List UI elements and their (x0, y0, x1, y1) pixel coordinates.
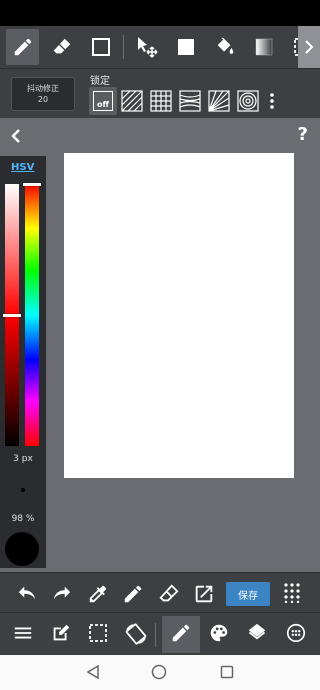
drawing-canvas[interactable] (64, 153, 294, 478)
brush-button[interactable] (170, 622, 192, 648)
canvas-area[interactable]: ? HSV 3 px 98 % (0, 118, 320, 572)
redo-button[interactable] (51, 583, 73, 607)
move-icon (137, 37, 158, 58)
concentric-circles-icon (237, 90, 259, 112)
sv-slider-handle[interactable] (3, 314, 21, 317)
help-button[interactable]: ? (298, 124, 308, 145)
fill-color-button[interactable] (169, 29, 202, 65)
lock-grid-button[interactable] (147, 87, 175, 115)
color-side-panel: HSV 3 px 98 % (0, 156, 46, 568)
square-recents-icon (220, 665, 234, 679)
pen-button[interactable] (122, 583, 144, 609)
eraser-icon (53, 38, 70, 54)
eyedropper-icon (89, 585, 107, 603)
parallel-lines-icon (121, 90, 143, 112)
lock-options: off (89, 87, 263, 115)
gradient-tool-button[interactable] (248, 29, 281, 65)
eyedropper-button[interactable] (87, 583, 109, 609)
undo-button[interactable] (16, 583, 38, 607)
bucket-icon (217, 37, 234, 54)
color-mode-toggle[interactable]: HSV (11, 162, 34, 173)
lock-label: 锁定 (90, 76, 110, 87)
eraser-button[interactable] (158, 583, 180, 609)
perspective-icon (179, 90, 201, 112)
toolbar-scroll-right[interactable] (298, 26, 320, 68)
bucket-tool-button[interactable] (209, 29, 242, 65)
action-toolbar: 保存 (0, 572, 320, 612)
settings-toolbar: 抖动修正 20 锁定 off (0, 68, 320, 118)
chevron-left-icon (11, 129, 20, 143)
stabilizer-value: 20 (37, 95, 49, 104)
circle-home-icon (151, 664, 167, 680)
palette-button[interactable] (208, 622, 230, 648)
toolbar-divider (123, 35, 125, 59)
nav-recents-button[interactable] (219, 664, 235, 684)
edit-button[interactable] (50, 622, 72, 648)
brush-icon (172, 624, 190, 642)
nav-back-button[interactable] (85, 664, 101, 684)
opacity-label[interactable]: 98 % (0, 514, 46, 524)
material-button[interactable] (285, 622, 307, 648)
pen-icon (124, 585, 142, 603)
grid-menu-button[interactable] (284, 583, 300, 607)
rotate-canvas-button[interactable] (124, 622, 148, 650)
export-button[interactable] (193, 583, 215, 609)
grid-icon (150, 90, 172, 112)
more-options-button[interactable] (268, 93, 276, 113)
lock-off-button[interactable]: off (89, 87, 117, 115)
more-vert-icon (270, 93, 274, 109)
main-toolbar (0, 612, 320, 655)
move-tool-button[interactable] (130, 29, 163, 65)
layers-button[interactable] (246, 622, 268, 648)
rectangle-icon (91, 38, 110, 56)
triangle-back-icon (86, 664, 99, 680)
chevron-right-icon (305, 40, 314, 54)
lock-parallel-button[interactable] (118, 87, 146, 115)
status-bar (0, 0, 320, 26)
menu-button[interactable] (12, 622, 34, 648)
back-button[interactable] (10, 128, 22, 148)
eraser-icon (159, 584, 179, 602)
material-icon (286, 623, 306, 643)
layers-icon (248, 623, 266, 640)
lock-radial-button[interactable] (205, 87, 233, 115)
selection-button[interactable] (87, 622, 109, 648)
undo-icon (18, 586, 36, 600)
lock-perspective-button[interactable] (176, 87, 204, 115)
gradient-icon (256, 38, 273, 56)
hue-slider[interactable] (25, 184, 39, 446)
save-button[interactable]: 保存 (226, 582, 270, 606)
selection-icon (89, 624, 107, 642)
menu-icon (14, 627, 32, 639)
lock-off-icon: off (93, 91, 113, 111)
rotate-icon (125, 623, 147, 645)
grid-dots-icon (284, 583, 300, 604)
hue-slider-handle[interactable] (23, 183, 41, 186)
fill-square-icon (178, 39, 195, 55)
stabilizer-button[interactable]: 抖动修正 20 (11, 77, 75, 111)
palette-icon (210, 624, 228, 642)
nav-home-button[interactable] (151, 664, 167, 684)
pen-tool-button[interactable] (6, 29, 40, 65)
redo-icon (53, 586, 71, 600)
lock-concentric-button[interactable] (234, 87, 262, 115)
tool-toolbar (0, 26, 320, 68)
shape-tool-button[interactable] (84, 29, 117, 65)
current-color-swatch[interactable] (5, 532, 39, 566)
export-icon (195, 585, 213, 603)
eraser-tool-button[interactable] (45, 29, 78, 65)
brush-size-label[interactable]: 3 px (0, 454, 46, 464)
radial-lines-icon (208, 90, 230, 112)
toolbar-divider (155, 623, 156, 647)
pen-icon (14, 38, 31, 56)
stabilizer-label: 抖动修正 (27, 84, 59, 93)
system-nav-bar (0, 655, 320, 690)
brush-size-preview (21, 488, 25, 492)
edit-icon (53, 624, 70, 641)
